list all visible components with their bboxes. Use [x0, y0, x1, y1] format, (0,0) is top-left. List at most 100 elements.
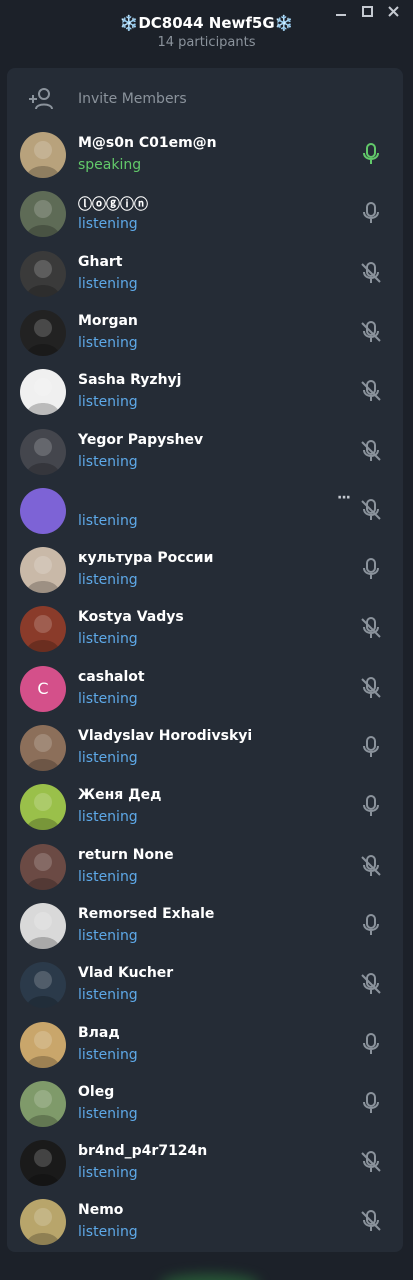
- participant-name: Oleg: [78, 1083, 115, 1100]
- avatar: [20, 250, 66, 297]
- participant-status: listening: [78, 216, 138, 233]
- participant-row[interactable]: Vladyslav Horodivskyi listening: [7, 721, 403, 777]
- mic-muted-icon[interactable]: [359, 854, 383, 878]
- mic-active-icon[interactable]: [359, 142, 383, 166]
- participant-name: Nemo: [78, 1202, 124, 1219]
- participant-row[interactable]: Morgan listening: [7, 306, 403, 362]
- participant-row[interactable]: br4nd_p4r7124n listening: [7, 1136, 403, 1192]
- avatar: [20, 547, 66, 594]
- participant-name: Vladyslav Horodivskyi: [78, 728, 253, 744]
- participant-name: M@s0n C01em@n: [78, 135, 217, 151]
- participant-name: ⓛⓞⓖⓘⓝ: [78, 197, 148, 214]
- participant-status: listening: [78, 631, 138, 648]
- avatar: [20, 487, 66, 534]
- mic-muted-icon[interactable]: [359, 676, 383, 700]
- participant-status: listening: [78, 1105, 138, 1122]
- mic-icon[interactable]: [359, 557, 383, 581]
- invite-members-label: Invite Members: [78, 91, 187, 107]
- participant-row[interactable]: Ccashalot listening: [7, 662, 403, 718]
- participant-name: cashalot: [78, 668, 145, 685]
- mic-icon[interactable]: [359, 735, 383, 759]
- avatar: [20, 1021, 66, 1068]
- avatar: [20, 606, 66, 653]
- mic-icon[interactable]: [359, 794, 383, 818]
- avatar: [20, 191, 66, 238]
- participants-panel: Invite Members M@s0n C01em@n speaking ⓛⓞⓖⓘ…: [7, 68, 403, 1252]
- avatar: [20, 902, 66, 949]
- participant-status: listening: [78, 750, 138, 766]
- avatar: [20, 725, 66, 771]
- participant-name: Влад: [78, 1024, 120, 1041]
- participant-row[interactable]: ⓛⓞⓖⓘⓝ listening: [7, 187, 403, 243]
- mic-muted-icon[interactable]: [359, 439, 383, 463]
- participant-name: Yegor Papyshev: [78, 431, 204, 448]
- participant-status: listening: [78, 809, 138, 826]
- participant-name: Ghart: [78, 253, 123, 270]
- participant-row[interactable]: Sasha Ryzhyj listening: [7, 365, 403, 421]
- chat-title: ❄️DC8044 Newf5G❄️: [119, 14, 294, 32]
- participants-count: 14 participants: [157, 35, 256, 50]
- participant-status: listening: [78, 394, 138, 411]
- mic-muted-icon[interactable]: [359, 1150, 383, 1174]
- participant-name: культура России: [78, 550, 214, 567]
- participant-row[interactable]: культура России listening: [7, 543, 403, 599]
- chat-header: ❄️DC8044 Newf5G❄️ 14 participants: [0, 12, 413, 52]
- mic-icon[interactable]: [359, 201, 383, 225]
- avatar: [20, 1140, 66, 1187]
- invite-members-button[interactable]: Invite Members: [7, 84, 403, 114]
- mic-icon[interactable]: [359, 913, 383, 937]
- participant-row[interactable]: Yegor Papyshev listening: [7, 425, 403, 481]
- avatar: C: [20, 665, 66, 712]
- participant-row[interactable]: listening ···: [7, 484, 403, 540]
- avatar: [20, 843, 66, 890]
- participant-row[interactable]: Женя Дед listening: [7, 780, 403, 836]
- mic-muted-icon[interactable]: [359, 1209, 383, 1233]
- participant-status: listening: [78, 927, 138, 944]
- mic-muted-icon[interactable]: [359, 379, 383, 403]
- avatar: [20, 428, 66, 475]
- mic-muted-icon[interactable]: [359, 320, 383, 344]
- participant-row[interactable]: Влад listening: [7, 1018, 403, 1074]
- mic-icon[interactable]: [359, 1091, 383, 1115]
- participant-status: listening: [78, 1224, 138, 1241]
- participant-row[interactable]: Oleg listening: [7, 1077, 403, 1133]
- avatar: [20, 784, 66, 831]
- participant-status: listening: [78, 453, 138, 470]
- mic-muted-icon[interactable]: [359, 972, 383, 996]
- avatar: [20, 1080, 66, 1127]
- mic-muted-icon[interactable]: [359, 498, 383, 522]
- participant-name: Morgan: [78, 312, 138, 329]
- participant-name: Kostya Vadys: [78, 609, 184, 626]
- participant-status: listening: [78, 1165, 138, 1182]
- participant-status: listening: [78, 334, 138, 351]
- participant-row[interactable]: M@s0n C01em@n speaking: [7, 128, 403, 184]
- avatar: [20, 132, 66, 178]
- participant-row[interactable]: Remorsed Exhale listening: [7, 899, 403, 955]
- participant-status: listening: [78, 1046, 138, 1063]
- participant-status: listening: [78, 987, 138, 1004]
- participant-name: Vlad Kucher: [78, 965, 174, 982]
- participant-row[interactable]: Ghart listening: [7, 247, 403, 303]
- participant-status: listening: [78, 572, 138, 589]
- avatar: [20, 309, 66, 356]
- speaking-indicator-glow: [160, 1274, 260, 1280]
- participant-name: Sasha Ryzhyj: [78, 372, 182, 389]
- avatar: [20, 1199, 66, 1246]
- mic-icon[interactable]: [359, 1032, 383, 1056]
- voice-chat-window: ❄️DC8044 Newf5G❄️ 14 participants Invite…: [0, 0, 413, 1280]
- participant-name: return None: [78, 846, 174, 863]
- participant-row[interactable]: Kostya Vadys listening: [7, 602, 403, 658]
- participant-row[interactable]: Nemo listening: [7, 1195, 403, 1251]
- avatar-initial: C: [37, 679, 49, 699]
- participant-name: Женя Дед: [78, 787, 162, 804]
- participant-status: speaking: [78, 157, 142, 173]
- mic-muted-icon[interactable]: [359, 261, 383, 285]
- participant-status: listening: [78, 868, 138, 885]
- add-user-icon: [29, 88, 53, 110]
- participant-name: Remorsed Exhale: [78, 905, 215, 922]
- participant-status: listening: [78, 275, 138, 292]
- participant-row[interactable]: return None listening: [7, 840, 403, 896]
- participant-row[interactable]: Vlad Kucher listening: [7, 958, 403, 1014]
- more-options-icon[interactable]: ···: [337, 490, 351, 506]
- mic-muted-icon[interactable]: [359, 616, 383, 640]
